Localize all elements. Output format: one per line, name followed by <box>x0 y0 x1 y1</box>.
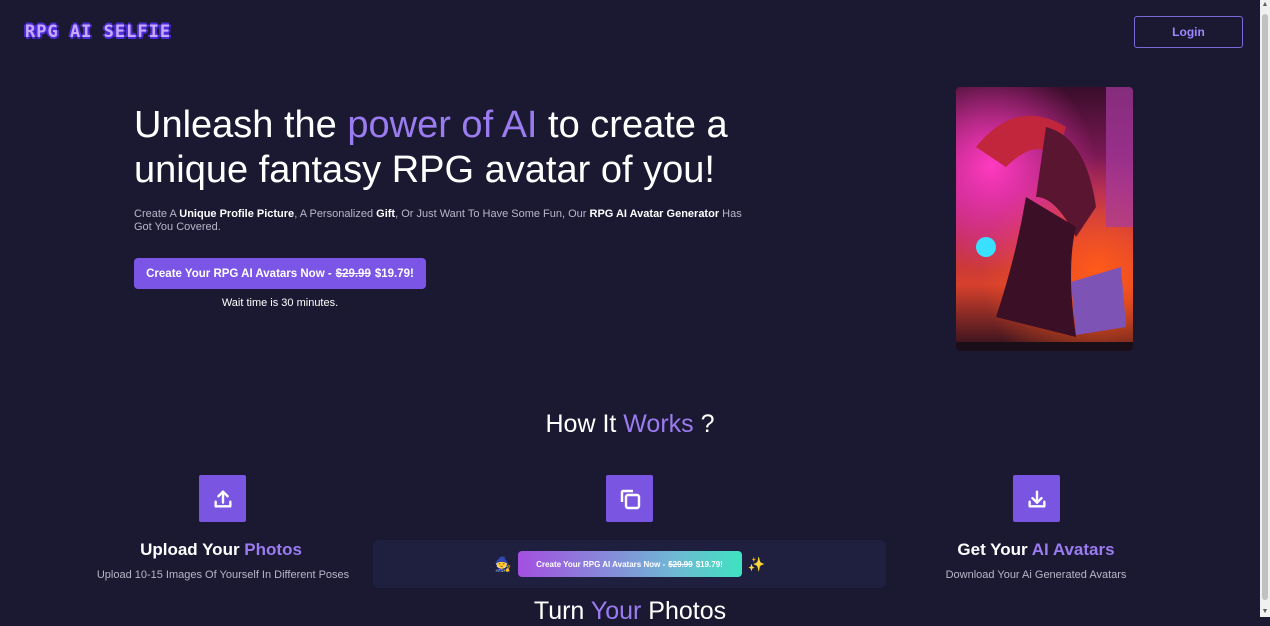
create-avatars-button[interactable]: Create Your RPG AI Avatars Now - $29.99 $… <box>134 258 426 289</box>
copy-icon <box>606 475 653 522</box>
hero-subtitle: Create A Unique Profile Picture, A Perso… <box>134 208 742 233</box>
hero-title: Unleash the power of AI to create a uniq… <box>134 104 728 191</box>
sticky-cta-banner: 🧙 Create Your RPG AI Avatars Now - $29.9… <box>373 540 886 588</box>
scroll-down-arrow-icon[interactable]: ▼ <box>1260 607 1270 617</box>
step-upload-desc: Upload 10-15 Images Of Yourself In Diffe… <box>96 569 350 581</box>
download-icon <box>1013 475 1060 522</box>
turn-photos-title: Turn Your Photos <box>533 597 727 625</box>
dragon-illustration <box>956 87 1133 351</box>
upload-icon <box>199 475 246 522</box>
how-it-works-title: How It Works ? <box>545 410 715 438</box>
logo[interactable]: RPG AI SELFIE <box>22 21 174 43</box>
wait-time-text: Wait time is 30 minutes. <box>221 297 339 309</box>
scrollbar[interactable]: ▲ ▼ <box>1260 0 1270 617</box>
step-upload-title: Upload Your Photos <box>140 540 302 559</box>
wizard-icon: 🧙 <box>494 556 512 572</box>
login-button[interactable]: Login <box>1134 16 1243 48</box>
step-download-title: Get Your AI Avatars <box>957 540 1115 559</box>
scroll-up-arrow-icon[interactable]: ▲ <box>1260 0 1270 10</box>
sparkles-icon: ✨ <box>747 556 765 572</box>
scroll-thumb[interactable] <box>1262 14 1268 600</box>
banner-create-avatars-button[interactable]: Create Your RPG AI Avatars Now - $29.99 $… <box>517 551 742 577</box>
step-download-desc: Download Your Ai Generated Avatars <box>945 569 1127 581</box>
dragon-laptop-image <box>956 87 1133 351</box>
